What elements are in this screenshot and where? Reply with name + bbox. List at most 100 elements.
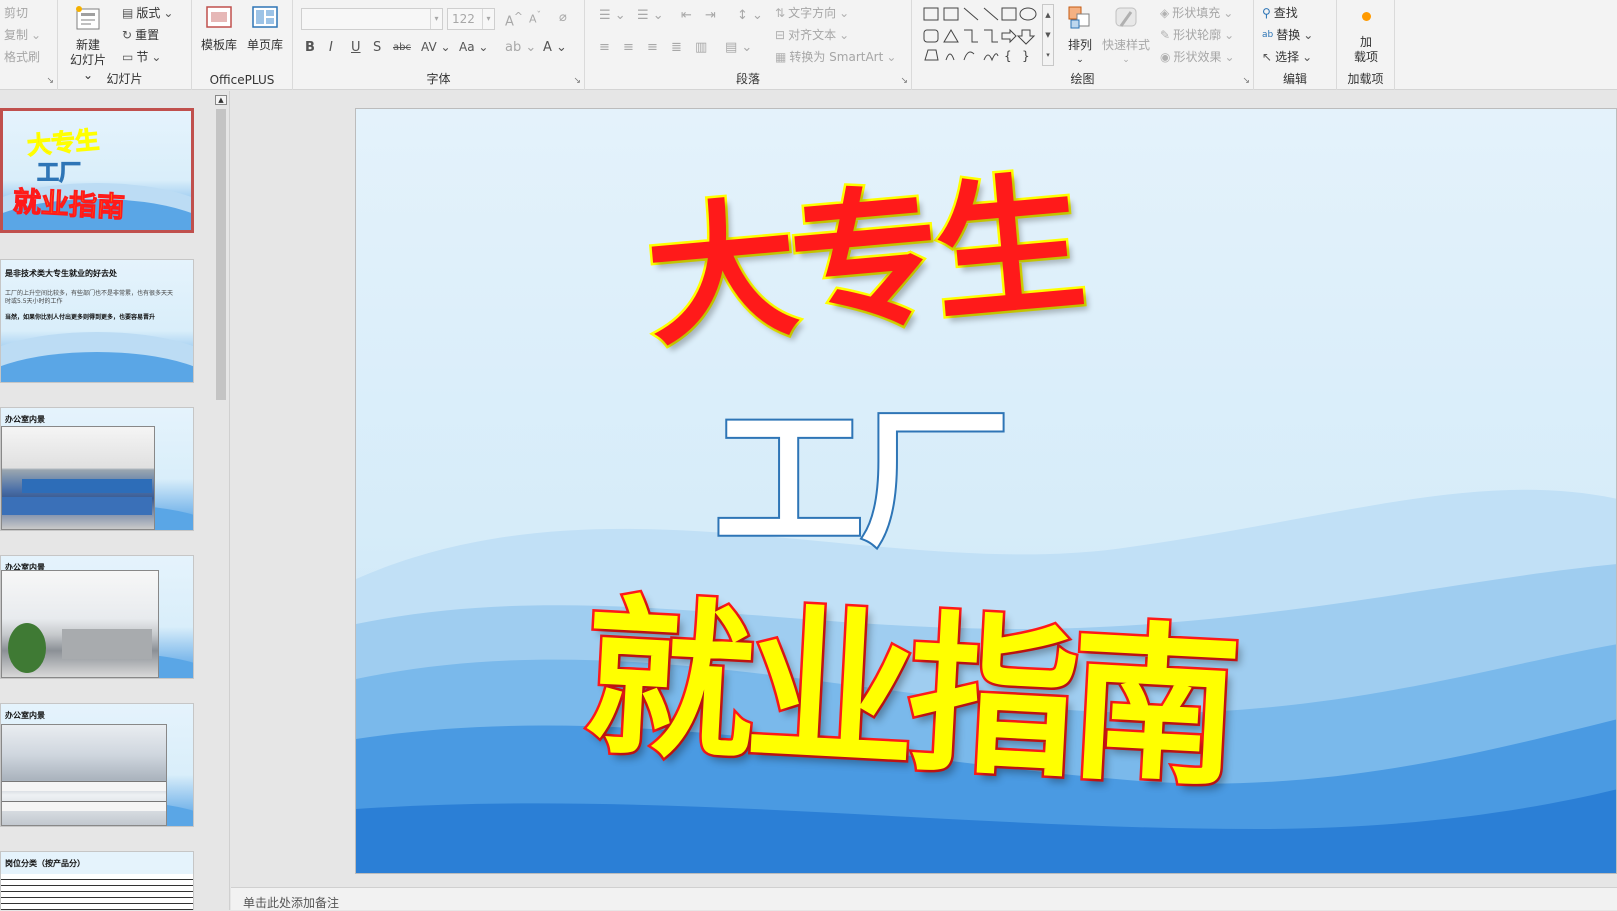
workstation-row xyxy=(2,801,166,811)
thumb-2-line2: 时或5.5天小时的工作 xyxy=(5,298,63,305)
underline-button[interactable]: U xyxy=(351,40,361,55)
section-icon: ▭ xyxy=(122,49,134,64)
font-color-icon[interactable]: A ⌄ xyxy=(543,40,567,55)
chevron-down-icon: ⌄ xyxy=(886,49,897,64)
thumb-6-table xyxy=(1,874,193,910)
convert-smartart-button[interactable]: ▦ 转换为 SmartArt ⌄ xyxy=(775,48,896,65)
template-lib-label: 模板库 xyxy=(200,38,237,52)
chevron-down-icon: ⌄ xyxy=(1122,55,1130,65)
grow-font-button[interactable]: A^ xyxy=(505,10,523,29)
template-icon xyxy=(206,6,232,28)
chevron-down-icon: ⌄ xyxy=(839,5,850,20)
smartart-icon: ▦ xyxy=(775,49,787,64)
template-lib-button[interactable]: 模板库 xyxy=(198,4,240,53)
arrange-icon xyxy=(1068,6,1090,29)
single-page-lib-button[interactable]: 单页库 xyxy=(242,4,288,53)
clear-format-icon[interactable]: ⌀ xyxy=(559,10,567,25)
svg-text:}: } xyxy=(1022,49,1030,63)
text-shadow-button[interactable]: S xyxy=(373,40,381,55)
bullets-icon[interactable]: ☰ ⌄ xyxy=(599,8,626,23)
layout-button[interactable]: ▤ 版式 ⌄ xyxy=(122,4,173,21)
shape-outline-button[interactable]: ✎ 形状轮廓 ⌄ xyxy=(1160,26,1234,43)
shape-effects-button[interactable]: ◉ 形状效果 ⌄ xyxy=(1160,48,1235,65)
scrollbar-thumb[interactable] xyxy=(216,109,226,400)
slide-title-line-2[interactable]: 工厂 xyxy=(712,359,1012,576)
char-spacing-button[interactable]: AV ⌄ xyxy=(421,40,451,54)
dialog-launcher-icon[interactable]: ↘ xyxy=(1242,76,1250,86)
find-label: 查找 xyxy=(1273,6,1298,20)
format-painter-button[interactable]: 格式刷 xyxy=(4,48,40,65)
notes-pane[interactable]: 单击此处添加备注 xyxy=(231,887,1617,910)
strikethrough-button[interactable]: abc xyxy=(393,42,411,53)
single-page-lib-label: 单页库 xyxy=(246,38,283,52)
highlight-icon[interactable]: ab ⌄ xyxy=(505,40,536,55)
shapes-scroll[interactable]: ▲ ▼ ▾ xyxy=(1042,4,1054,66)
align-right-icon[interactable]: ≡ xyxy=(647,40,658,55)
shape-effects-label: 形状效果 xyxy=(1173,50,1222,64)
slide-thumbnail-6[interactable]: 岗位分类（按产品分） xyxy=(0,851,194,910)
increase-indent-icon[interactable]: ⇥ xyxy=(705,8,716,23)
cut-button[interactable]: 剪切 xyxy=(4,4,28,21)
chevron-down-icon: ⌄ xyxy=(151,49,162,64)
font-size-combo[interactable]: 122 ▾ xyxy=(447,8,495,30)
section-button[interactable]: ▭ 节 ⌄ xyxy=(122,48,161,65)
slide-thumbnail-5[interactable]: 办公室内景 xyxy=(0,703,194,827)
slide-title-line-1[interactable]: 大专生 xyxy=(637,122,1089,376)
slide-thumbnail-4[interactable]: 办公室内景 xyxy=(0,555,194,679)
addins-label-1: 加 xyxy=(1359,35,1372,49)
align-text-button[interactable]: ⊟ 对齐文本 ⌄ xyxy=(775,26,849,43)
distribute-icon[interactable]: ▥ xyxy=(695,40,707,55)
workstation-row xyxy=(2,781,166,791)
paragraph-group-label: 段落 xyxy=(735,72,760,86)
align-left-icon[interactable]: ≡ xyxy=(599,40,610,55)
quick-styles-button[interactable]: 快速样式 ⌄ xyxy=(1098,4,1154,68)
copy-button[interactable]: 复制 ⌄ xyxy=(4,26,41,43)
slide-thumbnail-1[interactable]: 大专生 工厂 就业指南 xyxy=(0,108,194,233)
chevron-down-icon: ⌄ xyxy=(839,27,850,42)
line-spacing-icon[interactable]: ↕ ⌄ xyxy=(737,8,763,23)
arrange-button[interactable]: 排列 ⌄ xyxy=(1062,4,1098,68)
align-center-icon[interactable]: ≡ xyxy=(623,40,634,55)
decrease-indent-icon[interactable]: ⇤ xyxy=(681,8,692,23)
quick-styles-label: 快速样式 xyxy=(1101,38,1150,52)
font-size-value: 122 xyxy=(452,12,475,26)
dialog-launcher-icon[interactable]: ↘ xyxy=(900,76,908,86)
paint-bucket-icon: ◈ xyxy=(1160,5,1170,20)
slides-group: 新建 幻灯片 ⌄ ▤ 版式 ⌄ ↻ 重置 ▭ 节 ⌄ 幻灯片 xyxy=(58,0,192,90)
bold-button[interactable]: B xyxy=(305,40,315,55)
dialog-launcher-icon[interactable]: ↘ xyxy=(573,76,581,86)
paragraph-group: ☰ ⌄ ☰ ⌄ ⇤ ⇥ ↕ ⌄ ⇅ 文字方向 ⌄ ⊟ 对齐文本 ⌄ ▦ 转换为 Smart… xyxy=(585,0,912,90)
slide-thumbnail-2[interactable]: 是非技术类大专生就业的好去处 工厂的上升空间比较多，有些部门也不是非常累，也有很… xyxy=(0,259,194,383)
justify-icon[interactable]: ≣ xyxy=(671,40,682,55)
italic-button[interactable]: I xyxy=(329,40,333,55)
reset-button[interactable]: ↻ 重置 xyxy=(122,26,159,43)
select-button[interactable]: ↖ 选择 ⌄ xyxy=(1262,48,1312,65)
slide-title-line-3[interactable]: 就业指南 xyxy=(577,539,1239,819)
scroll-up-icon[interactable]: ▲ xyxy=(215,95,227,105)
slide-thumbnail-3[interactable]: 办公室内景 xyxy=(0,407,194,531)
thumbnail-scrollbar[interactable]: ▲ xyxy=(212,91,230,910)
numbering-icon[interactable]: ☰ ⌄ xyxy=(637,8,664,23)
search-icon: ⚲ xyxy=(1262,5,1271,20)
dialog-launcher-icon[interactable]: ↘ xyxy=(46,76,54,86)
notes-placeholder: 单击此处添加备注 xyxy=(243,896,340,910)
shape-fill-button[interactable]: ◈ 形状填充 ⌄ xyxy=(1160,4,1233,21)
select-label: 选择 xyxy=(1275,50,1300,64)
convert-smartart-label: 转换为 SmartArt xyxy=(789,50,884,64)
office-photo-1 xyxy=(1,426,155,530)
desk-row xyxy=(22,479,152,493)
chevron-down-icon: ⌄ xyxy=(163,5,174,20)
text-direction-button[interactable]: ⇅ 文字方向 ⌄ xyxy=(775,4,849,21)
addins-group: 加 载项 加载项 xyxy=(1337,0,1395,90)
shrink-font-button[interactable]: Aˇ xyxy=(529,10,541,26)
columns-icon[interactable]: ▤ ⌄ xyxy=(725,40,752,55)
thumb-3-title: 办公室内景 xyxy=(5,415,45,424)
shapes-gallery[interactable]: {} xyxy=(922,4,1040,64)
addins-button[interactable]: 加 载项 xyxy=(1343,6,1389,65)
change-case-button[interactable]: Aa ⌄ xyxy=(459,40,488,54)
font-name-combo[interactable]: ▾ xyxy=(301,8,443,30)
replace-button[interactable]: ab 替换 ⌄ xyxy=(1262,26,1313,43)
find-button[interactable]: ⚲ 查找 xyxy=(1262,4,1298,21)
main-slide[interactable]: 大专生 工厂 就业指南 xyxy=(355,108,1617,874)
officeplus-group: 模板库 单页库 OfficePLUS xyxy=(192,0,293,90)
